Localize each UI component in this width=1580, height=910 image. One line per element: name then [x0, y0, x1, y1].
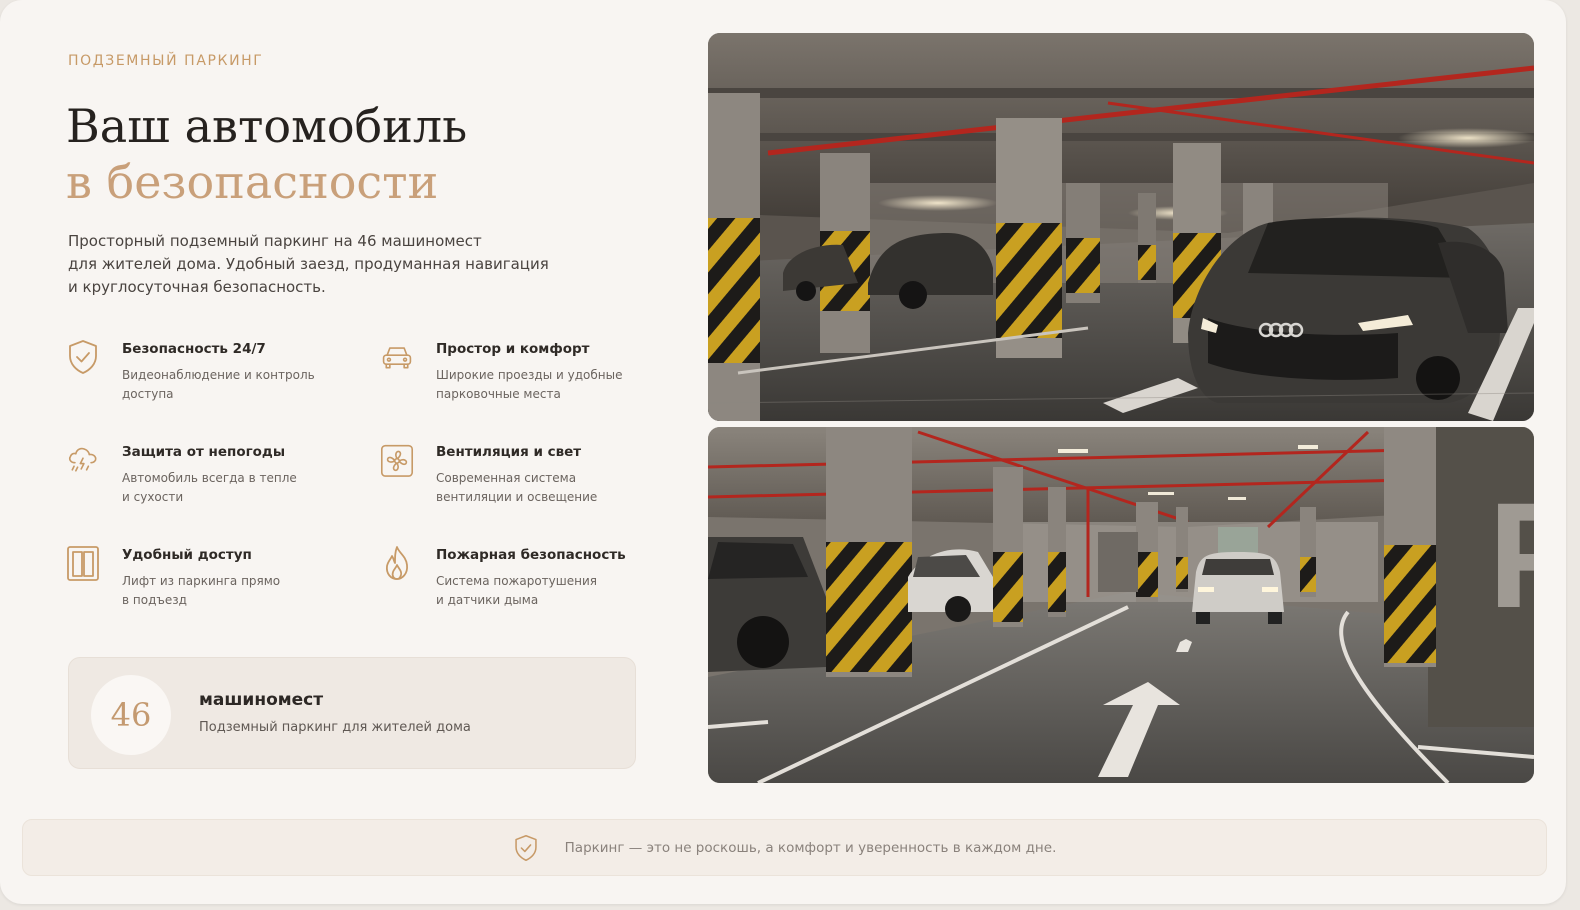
stat-sub: Подземный паркинг для жителей дома: [199, 720, 471, 735]
parking-card: ПОДЗЕМНЫЙ ПАРКИНГ Ваш автомобиль в безоп…: [0, 0, 1566, 904]
feature-security: Безопасность 24/7 Видеонаблюдение и конт…: [66, 338, 326, 404]
feature-desc: Система пожаротушения и датчики дыма: [436, 574, 597, 607]
lead-line: и круглосуточная безопасность.: [68, 278, 326, 296]
fan-icon: [380, 441, 414, 479]
feature-title: Защита от непогоды: [122, 444, 286, 460]
feature-ventilation: Вентиляция и свет Современная система вен…: [380, 441, 640, 507]
car-icon: [380, 338, 414, 376]
elevator-icon: [66, 544, 100, 582]
feature-title: Простор и комфорт: [436, 341, 590, 357]
feature-desc: Видеонаблюдение и контроль доступа: [122, 368, 315, 401]
footer-text: Паркинг — это не роскошь, а комфорт и ув…: [564, 839, 1057, 856]
eyebrow-label: ПОДЗЕМНЫЙ ПАРКИНГ: [68, 53, 264, 69]
feature-title: Пожарная безопасность: [436, 547, 626, 563]
shield-check-icon: [513, 833, 539, 863]
feature-title: Удобный доступ: [122, 547, 252, 563]
feature-title: Вентиляция и свет: [436, 444, 582, 460]
title-line-1: Ваш автомобиль: [66, 99, 468, 153]
feature-space: Простор и комфорт Широкие проезды и удоб…: [380, 338, 640, 404]
lead-line: для жителей дома. Удобный заезд, продума…: [68, 255, 549, 273]
feature-desc: Лифт из паркинга прямо в подъезд: [122, 574, 281, 607]
storm-cloud-icon: [66, 441, 100, 479]
lead-line: Просторный подземный паркинг на 46 машин…: [68, 232, 482, 250]
footer-banner: Паркинг — это не роскошь, а комфорт и ув…: [22, 819, 1547, 876]
feature-weather: Защита от непогоды Автомобиль всегда в т…: [66, 441, 326, 507]
capacity-stat: 46 машиномест Подземный паркинг для жите…: [68, 657, 636, 769]
flame-icon: [380, 544, 414, 582]
feature-fire: Пожарная безопасность Система пожаротуше…: [380, 544, 640, 610]
underground-parking-photo-audi: [708, 33, 1534, 421]
feature-access: Удобный доступ Лифт из паркинга прямо в п…: [66, 544, 326, 610]
underground-parking-photo-driveway: P: [708, 427, 1534, 783]
stat-label: машиномест: [199, 690, 324, 710]
lead-paragraph: Просторный подземный паркинг на 46 машин…: [68, 230, 568, 299]
feature-desc: Широкие проезды и удобные парковочные мес…: [436, 368, 623, 401]
page-title: Ваш автомобиль в безопасности: [66, 98, 467, 210]
feature-desc: Современная система вентиляции и освещени…: [436, 471, 598, 504]
shield-check-icon: [66, 338, 100, 376]
feature-title: Безопасность 24/7: [122, 341, 266, 357]
title-line-2: в безопасности: [66, 155, 439, 209]
stat-number: 46: [91, 675, 171, 755]
feature-desc: Автомобиль всегда в тепле и сухости: [122, 471, 297, 504]
svg-text:P: P: [1488, 471, 1534, 639]
